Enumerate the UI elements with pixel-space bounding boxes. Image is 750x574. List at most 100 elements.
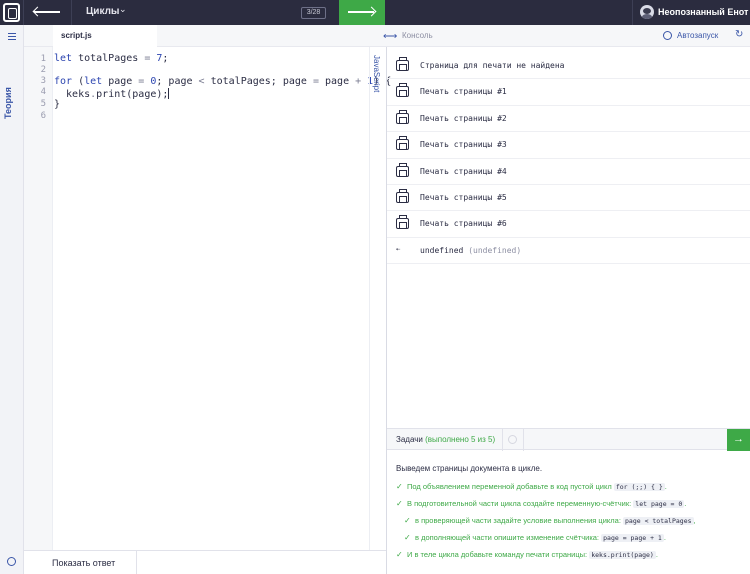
printer-icon: [396, 57, 409, 71]
task-suffix: .: [663, 533, 666, 542]
chevron-down-icon[interactable]: ⌄: [119, 4, 127, 15]
shield-logo-icon[interactable]: [3, 3, 20, 22]
show-answer-button[interactable]: Показать ответ: [24, 551, 137, 574]
back-arrow-icon[interactable]: [32, 6, 62, 18]
line-number-gutter: 1 2 3 4 5 6: [24, 47, 53, 550]
task-code: let page = 0: [633, 500, 685, 508]
console-log-row: Печать страницы #1: [387, 79, 750, 106]
console-log-text: Печать страницы #3: [420, 140, 507, 150]
progress-counter: 3/28: [301, 7, 326, 19]
printer-icon: [396, 136, 409, 151]
line-number: 3: [40, 76, 46, 86]
line-number: 2: [40, 65, 46, 75]
code-line: }: [54, 99, 61, 110]
printer-icon: [396, 188, 409, 203]
check-icon: ✓: [396, 550, 403, 559]
top-bar: Циклы ⌄ 3/28 Неопознанный Енот: [0, 0, 750, 25]
console-log-text: Печать страницы #2: [420, 113, 507, 123]
line-number: 5: [40, 99, 46, 109]
code-line: for (let page = 0; page < totalPages; pa…: [54, 76, 392, 87]
divider: [23, 0, 24, 25]
autorun-toggle[interactable]: Автозапуск: [677, 31, 718, 40]
check-icon: ✓: [404, 533, 411, 542]
username[interactable]: Неопознанный Енот: [658, 7, 748, 17]
divider: [71, 0, 72, 25]
task-text: Под объявлением переменной добавьте в ко…: [407, 482, 612, 491]
code-line: keks.print(page);: [54, 88, 170, 100]
task-suffix: .: [684, 499, 687, 508]
editor-tab-bar: script.js: [24, 25, 380, 47]
section-title[interactable]: Циклы: [86, 6, 119, 17]
task-code: keks.print(page): [589, 551, 656, 559]
task-code: for (;;) { }: [613, 483, 665, 491]
task-suffix: .: [655, 550, 658, 559]
line-number: 6: [40, 111, 46, 121]
refresh-icon[interactable]: ↻: [735, 29, 743, 40]
check-icon: ✓: [404, 516, 411, 525]
return-type: (undefined): [468, 245, 522, 255]
task-code: page = page + 1: [601, 534, 664, 542]
autorun-icon[interactable]: [663, 31, 672, 40]
menu-icon[interactable]: [8, 33, 16, 40]
task-suffix: .: [664, 482, 667, 491]
console-log-text: Печать страницы #5: [420, 192, 507, 202]
console-log-row: Печать страницы #6: [387, 211, 750, 238]
tasks-header: Задачи (выполнено 5 из 5) →: [387, 428, 750, 451]
text-cursor: [168, 88, 170, 99]
task-text: В подготовительной части цикла создайте …: [407, 499, 632, 508]
console-return-row: ⇠ undefined (undefined): [387, 238, 750, 265]
printer-icon: [396, 215, 409, 230]
next-button[interactable]: [339, 0, 385, 25]
console-log-row: Печать страницы #2: [387, 106, 750, 133]
check-icon: ✓: [396, 482, 403, 491]
file-tab[interactable]: script.js: [53, 25, 157, 47]
theory-tab[interactable]: Теория: [3, 83, 19, 123]
code-line: let totalPages = 7;: [54, 53, 169, 64]
gear-icon[interactable]: [7, 557, 16, 566]
task-text: в проверяющей части задайте условие выпо…: [415, 516, 621, 525]
console-title: Консоль: [402, 31, 433, 40]
console-log-text: Печать страницы #6: [420, 219, 507, 229]
task-item: ✓ В подготовительной части цикла создайте…: [396, 499, 686, 511]
left-sidebar: Теория: [0, 25, 24, 574]
task-code: page < totalPages: [623, 517, 694, 525]
line-number: 4: [40, 87, 46, 97]
swap-icon[interactable]: ⟷: [383, 31, 397, 42]
tasks-title: Задачи (выполнено 5 из 5): [396, 435, 495, 444]
language-strip: JavaScript: [369, 47, 386, 550]
task-text: в дополняющей части опишите изменение сч…: [415, 533, 600, 542]
console-log-row: Печать страницы #3: [387, 132, 750, 159]
console-log-text: Печать страницы #1: [420, 87, 507, 97]
task-item: ✓ в дополняющей части опишите изменение с…: [404, 533, 666, 545]
avatar[interactable]: [640, 5, 654, 19]
printer-icon: [396, 83, 409, 98]
task-text: И в теле цикла добавьте команду печати с…: [407, 550, 588, 559]
language-label: JavaScript: [372, 55, 381, 93]
tasks-title-label: Задачи: [396, 435, 423, 444]
console-log-row: Печать страницы #4: [387, 159, 750, 185]
console-log-list: Страница для печати не найдена Печать ст…: [387, 53, 750, 265]
console-return-text: undefined (undefined): [420, 246, 521, 255]
next-task-button[interactable]: →: [727, 429, 750, 451]
console-header: ⟷ Консоль Автозапуск ↻: [380, 25, 750, 47]
line-number: 1: [40, 54, 46, 64]
printer-icon: [396, 109, 409, 124]
console-log-row: Страница для печати не найдена: [387, 53, 750, 80]
divider: [502, 429, 503, 451]
editor-footer: Показать ответ: [24, 550, 387, 574]
console-log-row: Печать страницы #5: [387, 185, 750, 212]
task-intro: Выведем страницы документа в цикле.: [396, 464, 543, 473]
task-item: ✓ в проверяющей части задайте условие вып…: [404, 516, 696, 528]
divider: [632, 0, 633, 25]
code-editor[interactable]: let totalPages = 7; for (let page = 0; p…: [54, 47, 391, 550]
task-item: ✓ И в теле цикла добавьте команду печати …: [396, 550, 658, 562]
tasks-count: (выполнено 5 из 5): [425, 435, 496, 444]
task-item: ✓ Под объявлением переменной добавьте в к…: [396, 482, 667, 494]
return-arrow-icon: ⇠: [396, 244, 401, 253]
printer-icon: [396, 162, 409, 177]
return-value: undefined: [420, 245, 464, 255]
divider: [523, 429, 524, 451]
help-icon[interactable]: [508, 435, 517, 444]
check-icon: ✓: [396, 499, 403, 508]
task-suffix: ,: [693, 516, 696, 525]
